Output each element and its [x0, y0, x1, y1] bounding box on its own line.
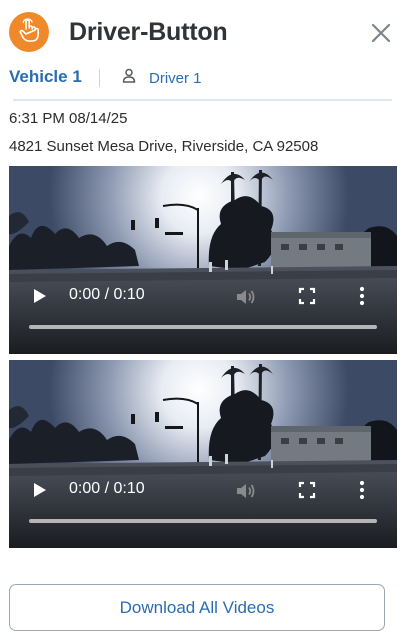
person-icon	[122, 68, 136, 88]
more-options-icon[interactable]	[359, 286, 365, 311]
video-controls: 0:00 / 0:10	[9, 274, 397, 354]
close-icon	[371, 23, 391, 48]
play-icon[interactable]	[33, 288, 47, 309]
more-options-icon[interactable]	[359, 480, 365, 505]
volume-icon[interactable]	[235, 481, 257, 506]
dialog-header: Driver-Button	[0, 0, 406, 70]
dialog-title: Driver-Button	[69, 18, 228, 46]
volume-icon[interactable]	[235, 287, 257, 312]
driver-button-badge	[9, 12, 49, 52]
event-address: 4821 Sunset Mesa Drive, Riverside, CA 92…	[9, 138, 319, 155]
tab-vehicle[interactable]: Vehicle 1	[9, 67, 82, 87]
video-controls: 0:00 / 0:10	[9, 468, 397, 548]
close-button[interactable]	[370, 23, 392, 48]
fullscreen-icon[interactable]	[298, 481, 316, 504]
download-all-videos-button[interactable]: Download All Videos	[9, 584, 385, 631]
progress-track[interactable]	[29, 325, 377, 329]
event-timestamp: 6:31 PM 08/14/25	[9, 110, 128, 127]
video-player[interactable]: 0:00 / 0:10	[9, 360, 397, 548]
entity-tabs: Vehicle 1 Driver 1	[9, 64, 392, 102]
fullscreen-icon[interactable]	[298, 287, 316, 310]
tabs-underline	[13, 99, 392, 101]
tab-driver[interactable]: Driver 1	[122, 67, 202, 89]
play-icon[interactable]	[33, 482, 47, 503]
hand-pointer-icon	[17, 17, 41, 48]
tab-driver-label: Driver 1	[149, 69, 202, 87]
progress-track[interactable]	[29, 519, 377, 523]
video-time: 0:00 / 0:10	[69, 480, 145, 497]
video-player[interactable]: 0:00 / 0:10	[9, 166, 397, 354]
tab-divider	[99, 69, 100, 87]
video-time: 0:00 / 0:10	[69, 286, 145, 303]
